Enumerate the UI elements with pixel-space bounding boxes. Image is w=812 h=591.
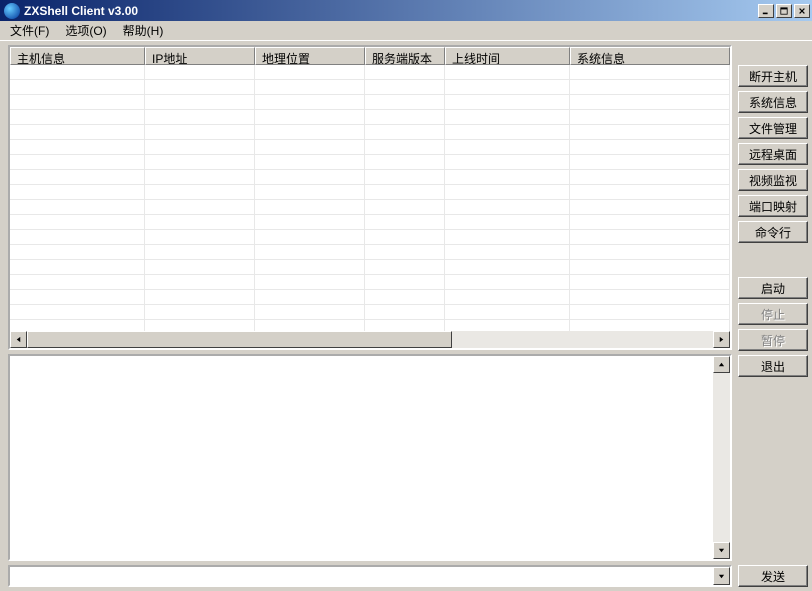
command-combobox[interactable] (8, 565, 732, 587)
table-row[interactable] (10, 80, 730, 95)
horizontal-scrollbar[interactable] (10, 331, 730, 348)
video-monitor-button[interactable]: 视频监视 (738, 169, 808, 191)
window-title: ZXShell Client v3.00 (24, 4, 758, 18)
col-server-version[interactable]: 服务端版本 (365, 47, 445, 65)
table-row[interactable] (10, 245, 730, 260)
table-row[interactable] (10, 170, 730, 185)
exit-button[interactable]: 退出 (738, 355, 808, 377)
table-row[interactable] (10, 230, 730, 245)
table-row[interactable] (10, 320, 730, 331)
col-online-time[interactable]: 上线时间 (445, 47, 570, 65)
file-manager-button[interactable]: 文件管理 (738, 117, 808, 139)
start-button[interactable]: 启动 (738, 277, 808, 299)
table-row[interactable] (10, 95, 730, 110)
port-mapping-button[interactable]: 端口映射 (738, 195, 808, 217)
column-headers: 主机信息 IP地址 地理位置 服务端版本 上线时间 系统信息 (10, 47, 730, 65)
menubar: 文件(F) 选项(O) 帮助(H) (0, 21, 812, 41)
titlebar: ZXShell Client v3.00 (0, 0, 812, 21)
dropdown-icon[interactable] (713, 567, 730, 585)
table-row[interactable] (10, 65, 730, 80)
menu-help[interactable]: 帮助(H) (115, 20, 172, 41)
table-row[interactable] (10, 140, 730, 155)
table-row[interactable] (10, 215, 730, 230)
table-row[interactable] (10, 275, 730, 290)
col-geo-location[interactable]: 地理位置 (255, 47, 365, 65)
table-row[interactable] (10, 110, 730, 125)
col-ip-address[interactable]: IP地址 (145, 47, 255, 65)
scroll-down-icon[interactable] (713, 542, 730, 559)
send-button[interactable]: 发送 (738, 565, 808, 587)
vertical-scrollbar[interactable] (713, 356, 730, 559)
minimize-button[interactable] (758, 4, 774, 18)
remote-desktop-button[interactable]: 远程桌面 (738, 143, 808, 165)
menu-file[interactable]: 文件(F) (2, 20, 57, 41)
host-listview[interactable]: 主机信息 IP地址 地理位置 服务端版本 上线时间 系统信息 (8, 45, 732, 350)
system-info-button[interactable]: 系统信息 (738, 91, 808, 113)
col-host-info[interactable]: 主机信息 (10, 47, 145, 65)
disconnect-button[interactable]: 断开主机 (738, 65, 808, 87)
table-row[interactable] (10, 260, 730, 275)
table-row[interactable] (10, 185, 730, 200)
menu-options[interactable]: 选项(O) (57, 20, 114, 41)
table-row[interactable] (10, 125, 730, 140)
scroll-left-icon[interactable] (10, 331, 27, 348)
col-system-info[interactable]: 系统信息 (570, 47, 730, 65)
scroll-right-icon[interactable] (713, 331, 730, 348)
scroll-up-icon[interactable] (713, 356, 730, 373)
stop-button[interactable]: 停止 (738, 303, 808, 325)
command-input[interactable] (10, 567, 713, 585)
table-row[interactable] (10, 155, 730, 170)
maximize-button[interactable] (776, 4, 792, 18)
table-row[interactable] (10, 290, 730, 305)
log-textarea[interactable] (8, 354, 732, 561)
app-icon (4, 3, 20, 19)
table-row[interactable] (10, 305, 730, 320)
table-row[interactable] (10, 200, 730, 215)
command-line-button[interactable]: 命令行 (738, 221, 808, 243)
pause-button[interactable]: 暂停 (738, 329, 808, 351)
close-button[interactable] (794, 4, 810, 18)
